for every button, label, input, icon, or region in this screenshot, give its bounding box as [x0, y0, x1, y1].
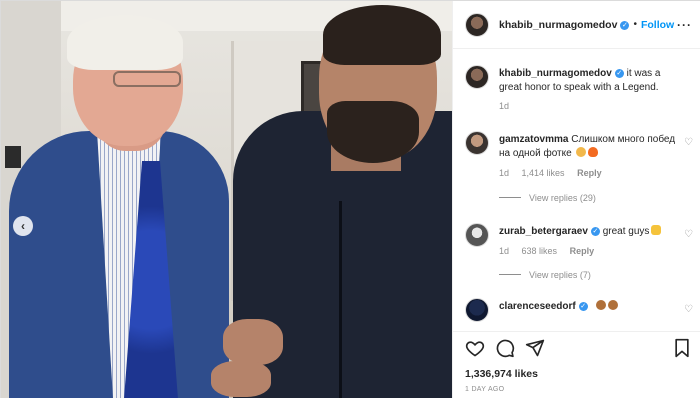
person-right-zipper [339, 201, 342, 398]
comment-body: zurab_betergaraev ✓ great guys [499, 225, 679, 239]
likes-count[interactable]: 1,336,974 likes [465, 368, 538, 380]
divider [499, 197, 521, 198]
avatar[interactable] [465, 65, 489, 89]
divider [499, 274, 521, 275]
list-item: zurab_betergaraev ✓ great guys ♡ 1d 638 l… [465, 223, 697, 273]
chevron-left-icon: ‹ [21, 219, 25, 233]
comment-time: 1d [499, 246, 510, 256]
heart-icon[interactable]: ♡ [684, 304, 693, 315]
comment-text: great guys [602, 226, 650, 237]
reply-button[interactable]: Reply [570, 246, 595, 256]
view-replies-button[interactable]: View replies (29) [499, 193, 596, 203]
list-item: gamzatovmma Слишком много побед на одной… [465, 131, 697, 201]
comment-username[interactable]: zurab_betergaraev [499, 226, 588, 237]
fist-icon [607, 300, 618, 310]
heart-icon[interactable] [465, 338, 485, 358]
post-timestamp: 1 DAY AGO [465, 386, 505, 393]
post-photo[interactable]: ‹ [1, 1, 452, 398]
flexed-biceps-icon [576, 147, 587, 157]
view-replies-label[interactable]: View replies (29) [529, 193, 596, 203]
header-username[interactable]: khabib_nurmagomedov ✓ [499, 19, 630, 31]
heart-icon[interactable]: ♡ [684, 137, 693, 148]
comment-username[interactable]: clarenceseedorf [499, 301, 576, 312]
person-left-glasses [113, 71, 181, 87]
avatar[interactable] [465, 298, 489, 322]
comment-meta: 1d 638 likes Reply [499, 246, 604, 256]
person-right-beard [327, 101, 419, 163]
avatar[interactable] [465, 12, 489, 37]
post-actions-bar [453, 331, 700, 363]
fist-icon [595, 300, 606, 310]
comment-meta: 1d [499, 101, 519, 111]
person-right-hand [223, 319, 283, 365]
comment-icon[interactable] [495, 338, 515, 358]
bookmark-icon[interactable] [672, 338, 692, 358]
person-right-hand-lower [211, 361, 271, 397]
post-sidebar: khabib_nurmagomedov ✓ • Follow ··· khabib… [452, 1, 700, 398]
person-left-hair [67, 15, 183, 70]
comment-body: khabib_nurmagomedov ✓ it was a great hono… [499, 67, 679, 95]
comments-list[interactable]: khabib_nurmagomedov ✓ it was a great hono… [453, 53, 700, 328]
comment-username[interactable]: gamzatovmma [499, 134, 568, 145]
share-icon[interactable] [525, 338, 545, 358]
view-replies-button[interactable]: View replies (7) [499, 270, 591, 280]
previous-photo-button[interactable]: ‹ [13, 216, 33, 236]
comment-likes[interactable]: 638 likes [522, 246, 558, 256]
person-right-hair [323, 5, 441, 65]
comment-body: gamzatovmma Слишком много побед на одной… [499, 133, 679, 161]
list-item: clarenceseedorf ✓ ♡ [465, 298, 697, 328]
verified-badge-icon: ✓ [590, 227, 600, 236]
comment-time: 1d [499, 101, 510, 111]
comment-likes[interactable]: 1,414 likes [522, 168, 565, 178]
list-item: khabib_nurmagomedov ✓ it was a great hono… [465, 65, 697, 117]
photo-wall-device [5, 146, 21, 168]
verified-badge-icon: ✓ [614, 69, 624, 78]
heart-icon[interactable]: ♡ [684, 229, 693, 240]
post-header: khabib_nurmagomedov ✓ • Follow ··· [453, 1, 700, 49]
avatar[interactable] [465, 131, 489, 155]
comment-meta: 1d 1,414 likes Reply [499, 168, 612, 178]
more-options-icon[interactable]: ··· [677, 18, 692, 32]
reply-button[interactable]: Reply [577, 168, 602, 178]
comment-body: clarenceseedorf ✓ [499, 300, 679, 314]
avatar[interactable] [465, 223, 489, 247]
fire-icon [588, 147, 599, 157]
verified-badge-icon: ✓ [620, 20, 630, 30]
comment-time: 1d [499, 168, 510, 178]
thumbs-up-icon [651, 225, 662, 235]
header-username-text[interactable]: khabib_nurmagomedov [499, 19, 617, 31]
comment-username[interactable]: khabib_nurmagomedov [499, 68, 612, 79]
separator-dot: • [633, 19, 637, 30]
verified-badge-icon: ✓ [578, 302, 588, 311]
follow-button[interactable]: Follow [641, 19, 674, 31]
view-replies-label[interactable]: View replies (7) [529, 270, 591, 280]
instagram-post-window: ‹ khabib_nurmagomedov ✓ • Follow ··· khab… [0, 0, 700, 398]
